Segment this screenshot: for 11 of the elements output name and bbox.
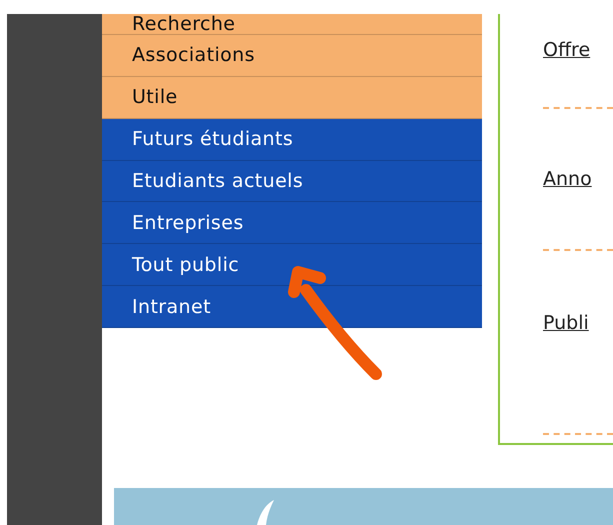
menu-item[interactable]: Entreprises — [102, 202, 482, 244]
menu-item[interactable]: Intranet — [102, 286, 482, 328]
menu-item[interactable]: Tout public — [102, 244, 482, 286]
menu-item[interactable]: Recherche — [102, 14, 482, 35]
menu-item[interactable]: Futurs étudiants — [102, 118, 482, 161]
link[interactable]: Publi — [543, 311, 603, 335]
menu-item[interactable]: Utile — [102, 76, 482, 119]
link[interactable]: Offre — [543, 38, 603, 62]
menu-item[interactable]: Associations — [102, 35, 482, 77]
menu-item[interactable]: Etudiants actuels — [102, 160, 482, 202]
link[interactable]: Anno — [543, 167, 603, 191]
